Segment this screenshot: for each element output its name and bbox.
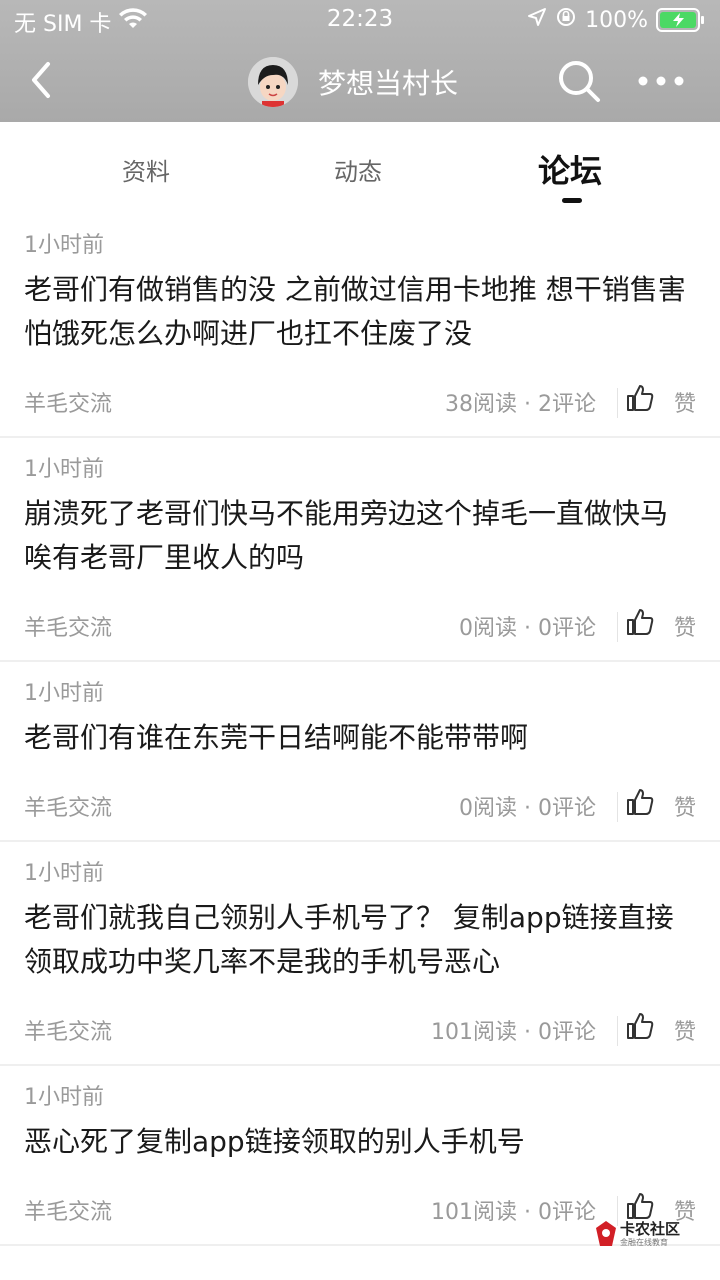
- footer-divider: [617, 1016, 618, 1046]
- thumbs-up-icon[interactable]: [626, 1012, 654, 1040]
- battery-percent: 100%: [585, 7, 648, 33]
- post-text[interactable]: 崩溃死了老哥们快马不能用旁边这个掉毛一直做快马 唉有老哥厂里收人的吗: [24, 492, 696, 580]
- post-category[interactable]: 羊毛交流: [24, 1194, 112, 1226]
- battery-charging-icon: [656, 8, 706, 32]
- thumbs-up-icon[interactable]: [626, 384, 654, 412]
- forum-post-list: 1小时前 老哥们有做销售的没 之前做过信用卡地推 想干销售害怕饿死怎么办啊进厂也…: [0, 214, 720, 1246]
- forum-post[interactable]: 1小时前 崩溃死了老哥们快马不能用旁边这个掉毛一直做快马 唉有老哥厂里收人的吗 …: [0, 438, 720, 662]
- like-button[interactable]: 赞: [674, 1014, 696, 1046]
- active-tab-indicator: [562, 198, 582, 203]
- footer-divider: [617, 612, 618, 642]
- avatar[interactable]: [248, 57, 298, 107]
- tab-forum[interactable]: 论坛: [538, 146, 602, 192]
- post-footer: 羊毛交流 0阅读 · 0评论 赞: [24, 770, 696, 840]
- watermark-subtext: 金融在线教育: [620, 1238, 668, 1247]
- thumbs-up-icon[interactable]: [626, 1192, 654, 1220]
- footer-divider: [617, 388, 618, 418]
- post-time: 1小时前: [24, 233, 104, 258]
- back-button[interactable]: [18, 56, 66, 104]
- like-button[interactable]: 赞: [674, 790, 696, 822]
- top-header: 无 SIM 卡 22:23 100% 梦想当村长: [0, 0, 720, 122]
- watermark: 卡农社区 金融在线教育: [594, 1218, 694, 1250]
- post-category[interactable]: 羊毛交流: [24, 790, 112, 822]
- post-text[interactable]: 老哥们有做销售的没 之前做过信用卡地推 想干销售害怕饿死怎么办啊进厂也扛不住废了…: [24, 268, 696, 356]
- more-dots-icon: [638, 76, 684, 86]
- tab-profile-info[interactable]: 资料: [122, 152, 170, 187]
- navigation-bar: 梦想当村长: [0, 40, 720, 122]
- search-button[interactable]: [556, 58, 602, 104]
- post-stats: 101阅读 · 0评论: [431, 1200, 596, 1225]
- watermark-text: 卡农社区: [620, 1220, 681, 1238]
- post-category[interactable]: 羊毛交流: [24, 610, 112, 642]
- post-stats: 0阅读 · 0评论: [459, 796, 596, 821]
- post-text[interactable]: 老哥们有谁在东莞干日结啊能不能带带啊: [24, 716, 696, 760]
- tab-activity[interactable]: 动态: [334, 152, 382, 187]
- post-text[interactable]: 老哥们就我自己领别人手机号了？ 复制app链接直接领取成功中奖几率不是我的手机号…: [24, 896, 696, 984]
- status-bar: 无 SIM 卡 22:23 100%: [0, 0, 720, 40]
- more-button[interactable]: [636, 66, 686, 96]
- post-time: 1小时前: [24, 861, 104, 886]
- post-text[interactable]: 恶心死了复制app链接领取的别人手机号: [24, 1120, 696, 1164]
- post-time: 1小时前: [24, 457, 104, 482]
- watermark-logo-icon: [596, 1221, 616, 1246]
- post-time: 1小时前: [24, 681, 104, 706]
- like-button[interactable]: 赞: [674, 610, 696, 642]
- post-stats: 101阅读 · 0评论: [431, 1020, 596, 1045]
- post-category[interactable]: 羊毛交流: [24, 386, 112, 418]
- search-icon: [559, 61, 600, 102]
- footer-divider: [617, 792, 618, 822]
- forum-post[interactable]: 1小时前 老哥们就我自己领别人手机号了？ 复制app链接直接领取成功中奖几率不是…: [0, 842, 720, 1066]
- profile-tabs: 资料 动态 论坛: [0, 122, 720, 214]
- post-footer: 羊毛交流 101阅读 · 0评论 赞: [24, 994, 696, 1064]
- thumbs-up-icon[interactable]: [626, 608, 654, 636]
- like-button[interactable]: 赞: [674, 386, 696, 418]
- rotation-lock-icon: [555, 6, 577, 34]
- forum-post[interactable]: 1小时前 老哥们有做销售的没 之前做过信用卡地推 想干销售害怕饿死怎么办啊进厂也…: [0, 214, 720, 438]
- post-category[interactable]: 羊毛交流: [24, 1014, 112, 1046]
- forum-post[interactable]: 1小时前 老哥们有谁在东莞干日结啊能不能带带啊 羊毛交流 0阅读 · 0评论 赞: [0, 662, 720, 842]
- cartoon-avatar-icon: [248, 57, 298, 107]
- post-stats: 38阅读 · 2评论: [445, 392, 596, 417]
- post-footer: 羊毛交流 0阅读 · 0评论 赞: [24, 590, 696, 660]
- page-title: 梦想当村长: [318, 67, 459, 100]
- status-right: 100%: [527, 6, 706, 34]
- thumbs-up-icon[interactable]: [626, 788, 654, 816]
- post-footer: 羊毛交流 38阅读 · 2评论 赞: [24, 366, 696, 436]
- post-time: 1小时前: [24, 1085, 104, 1110]
- location-arrow-icon: [527, 7, 547, 33]
- chevron-left-icon: [32, 62, 50, 98]
- post-stats: 0阅读 · 0评论: [459, 616, 596, 641]
